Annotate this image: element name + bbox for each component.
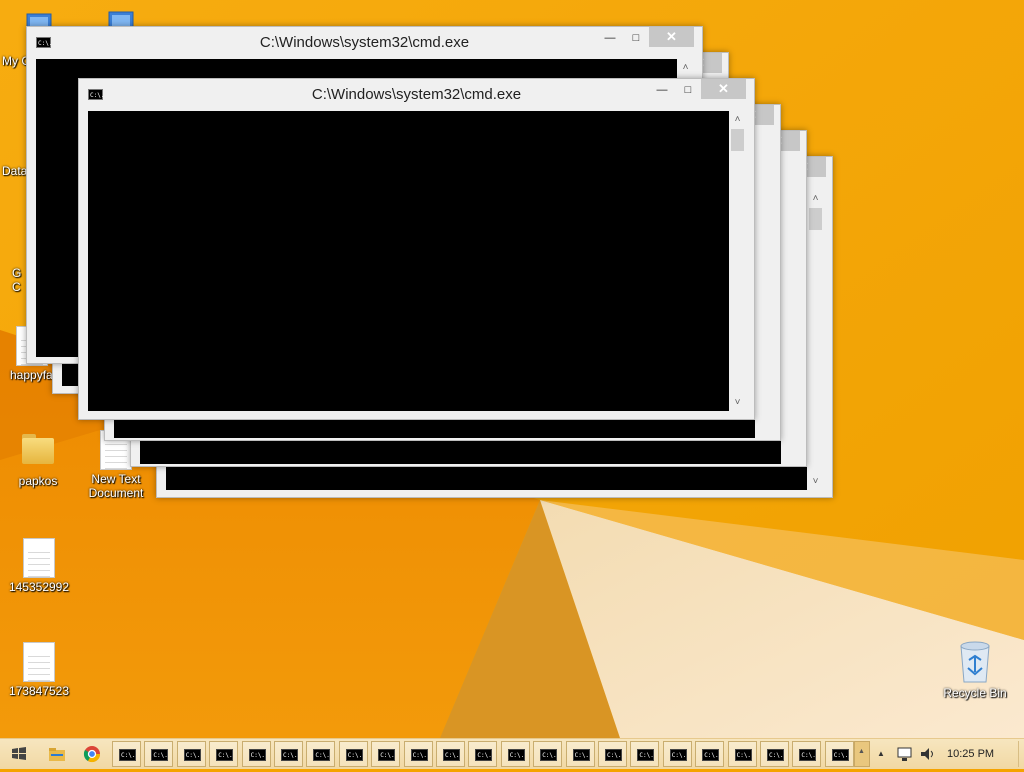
taskbar-cmd-button[interactable]: C:\. xyxy=(274,741,303,767)
taskbar-file-explorer[interactable] xyxy=(42,741,72,767)
cmd-app-icon: C:\. xyxy=(248,749,266,761)
taskbar-chrome[interactable] xyxy=(77,741,107,767)
recycle-bin-icon xyxy=(960,641,990,683)
cmd-app-icon: C:\. xyxy=(507,749,525,761)
cmd-app-icon: C:\. xyxy=(637,749,655,761)
cmd-app-icon: C:\. xyxy=(183,749,201,761)
scroll-up-icon[interactable]: ˄ xyxy=(807,190,824,207)
scroll-up-icon[interactable]: ˄ xyxy=(729,111,746,128)
cmd-app-icon: C:\. xyxy=(831,749,849,761)
taskbar-cmd-button[interactable]: C:\. xyxy=(209,741,239,767)
cmd-app-icon: C:\. xyxy=(410,749,428,761)
cmd-app-icon: C:\. xyxy=(669,749,687,761)
cmd-app-icon: C:\. xyxy=(734,749,752,761)
console-area[interactable] xyxy=(88,111,729,411)
taskbar-cmd-button[interactable]: C:\. xyxy=(176,741,206,767)
taskbar-cmd-button[interactable]: C:\. xyxy=(727,741,757,767)
close-button[interactable]: ✕ xyxy=(701,79,746,99)
taskbar-cmd-button[interactable]: C:\. xyxy=(824,741,854,767)
taskbar-cmd-button[interactable]: C:\. xyxy=(662,741,692,767)
cmd-app-icon: C:\. xyxy=(767,749,784,761)
volume-tray-button[interactable] xyxy=(918,741,938,767)
scroll-down-icon[interactable]: ˅ xyxy=(807,473,824,490)
taskbar-cmd-button[interactable]: C:\. xyxy=(306,741,336,767)
taskbar-cmd-button[interactable]: C:\. xyxy=(371,741,401,767)
windows-logo-icon xyxy=(12,747,26,760)
desktop-icon-145352992[interactable]: 145352992 xyxy=(4,538,74,594)
cmd-app-icon: C:\. xyxy=(475,749,493,761)
taskbar-cmd-button[interactable]: C:\. xyxy=(792,741,822,767)
cmd-app-icon: C:\. xyxy=(799,749,817,761)
cmd-app-icon: C:\. xyxy=(702,749,720,761)
window-titlebar[interactable]: C:\. C:\Windows\system32\cmd.exe — □ ✕ xyxy=(79,79,754,109)
taskbar-cmd-button[interactable]: C:\. xyxy=(468,741,498,767)
scroll-down-icon[interactable]: ˅ xyxy=(729,394,746,411)
vertical-scrollbar[interactable]: ˄ ˅ xyxy=(807,190,824,490)
taskbar: C:\. C:\. C:\. C:\. C:\. C:\. C:\. C:\. C:\. C:\.… xyxy=(0,738,1024,769)
desktop-icon-label: 145352992 xyxy=(8,580,70,594)
cmd-app-icon: C:\. xyxy=(216,749,234,761)
scroll-up-icon[interactable]: ˄ xyxy=(677,59,694,76)
folder-icon xyxy=(22,430,54,464)
cmd-app-icon: C:\. xyxy=(572,749,590,761)
network-icon xyxy=(897,747,912,761)
minimize-button[interactable]: — xyxy=(649,81,675,101)
cmd-app-icon: C:\. xyxy=(119,749,136,761)
taskbar-clock[interactable]: 10:25 PM xyxy=(947,748,994,760)
desktop-icon-papkos[interactable]: papkos xyxy=(3,430,73,488)
taskbar-cmd-button[interactable]: C:\. xyxy=(241,741,271,767)
network-tray-button[interactable] xyxy=(896,741,914,767)
minimize-button[interactable]: — xyxy=(597,29,623,49)
volume-icon xyxy=(921,748,933,760)
start-button[interactable] xyxy=(4,741,34,767)
taskbar-cmd-button[interactable]: C:\. xyxy=(565,741,595,767)
cmd-app-icon: C:\. xyxy=(540,749,558,761)
desktop-icon-label: Recycle Bin xyxy=(943,686,1007,700)
taskbar-cmd-button[interactable]: C:\. xyxy=(598,741,627,767)
show-hidden-icons-icon: ▲ xyxy=(877,749,885,758)
maximize-button[interactable]: □ xyxy=(623,29,649,49)
taskbar-overflow-button[interactable]: ▲ xyxy=(854,741,870,767)
cmd-app-icon: C:\. xyxy=(345,749,363,761)
vertical-scrollbar[interactable]: ˄ ˅ xyxy=(729,111,746,411)
overflow-arrow-icon: ▲ xyxy=(858,748,865,755)
show-desktop-button[interactable] xyxy=(1018,741,1024,767)
cmd-app-icon: C:\. xyxy=(378,749,396,761)
taskbar-cmd-button[interactable]: C:\. xyxy=(112,741,141,767)
cmd-app-icon: C:\. xyxy=(313,749,331,761)
window-titlebar[interactable]: C:\. C:\Windows\system32\cmd.exe — □ ✕ xyxy=(27,27,702,57)
chrome-icon xyxy=(83,746,101,763)
desktop-icon-recycle-bin[interactable]: Recycle Bin xyxy=(940,638,1010,700)
scroll-thumb[interactable] xyxy=(809,208,822,230)
file-explorer-icon xyxy=(49,748,65,761)
cmd-app-icon: C:\. xyxy=(605,749,622,761)
taskbar-cmd-button[interactable]: C:\. xyxy=(144,741,174,767)
desktop-icon-173847523[interactable]: 173847523 xyxy=(4,642,74,698)
show-hidden-icons-button[interactable]: ▲ xyxy=(874,741,890,767)
taskbar-cmd-button[interactable]: C:\. xyxy=(760,741,789,767)
taskbar-cmd-button[interactable]: C:\. xyxy=(338,741,368,767)
close-button[interactable]: ✕ xyxy=(649,27,694,47)
desktop-icon-label: 173847523 xyxy=(8,684,70,698)
taskbar-cmd-button[interactable]: C:\. xyxy=(695,741,725,767)
cmd-app-icon: C:\. xyxy=(443,749,460,761)
taskbar-cmd-button[interactable]: C:\. xyxy=(500,741,530,767)
taskbar-cmd-button[interactable]: C:\. xyxy=(630,741,660,767)
desktop-icon-label: New Text Document xyxy=(88,472,144,500)
cmd-window-front[interactable]: C:\. C:\Windows\system32\cmd.exe — □ ✕ ˄… xyxy=(78,78,755,420)
cmd-app-icon: C:\. xyxy=(151,749,169,761)
taskbar-cmd-button[interactable]: C:\. xyxy=(436,741,465,767)
taskbar-cmd-button[interactable]: C:\. xyxy=(533,741,563,767)
text-file-icon xyxy=(23,538,55,578)
scroll-thumb[interactable] xyxy=(731,129,744,151)
cmd-app-icon: C:\. xyxy=(281,749,298,761)
taskbar-cmd-button[interactable]: C:\. xyxy=(403,741,433,767)
maximize-button[interactable]: □ xyxy=(675,81,701,101)
desktop-icon-label: papkos xyxy=(18,474,58,488)
text-file-icon xyxy=(23,642,55,682)
